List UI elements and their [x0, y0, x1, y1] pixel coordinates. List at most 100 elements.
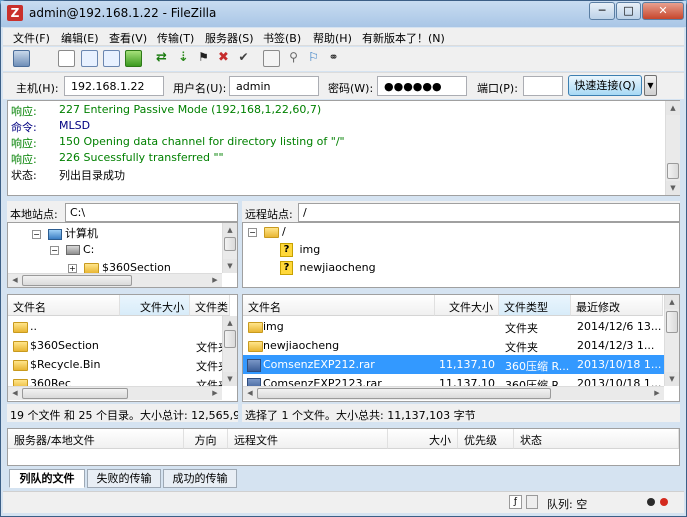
queue-col-size[interactable]: 大小 — [388, 429, 458, 449]
column-header-filename[interactable]: 文件名 — [8, 295, 120, 316]
file-row[interactable]: img 文件夹 2014/12/6 13... — [243, 317, 664, 336]
scroll-thumb[interactable] — [224, 237, 236, 251]
close-button[interactable]: ✕ — [642, 2, 684, 20]
file-row[interactable]: 360Rec 文件夹 — [8, 374, 222, 386]
column-header-modified[interactable]: 最近修改 — [571, 295, 663, 316]
menu-new-version[interactable]: 有新版本了！(N) — [362, 30, 445, 46]
column-header-filetype[interactable]: 文件类型 — [499, 295, 571, 316]
local-path-input[interactable]: C:\ — [65, 203, 238, 222]
file-row[interactable]: newjiaocheng 文件夹 2014/12/3 1... — [243, 336, 664, 355]
menu-help[interactable]: 帮助(H) — [313, 30, 352, 46]
file-row-selected[interactable]: ComsenzEXP212.rar 11,137,103 360压缩 R... 201… — [243, 355, 664, 374]
column-header-filetype[interactable]: 文件类 — [190, 295, 230, 316]
queue-col-local-file[interactable]: 服务器/本地文件 — [8, 429, 184, 449]
local-list-vscrollbar[interactable]: ▲ ▼ — [222, 316, 237, 386]
file-row[interactable]: ComsenzEXP2123.rar 11,137,103 360压缩 R... 20… — [243, 374, 664, 386]
reconnect-icon[interactable]: ✔ — [235, 50, 252, 67]
collapse-icon[interactable]: − — [248, 227, 257, 237]
file-row[interactable]: .. — [8, 317, 222, 336]
minimize-button[interactable]: ─ — [589, 2, 615, 20]
tab-failed-transfers[interactable]: 失败的传输 — [87, 469, 161, 488]
speed-limit-icon[interactable]: ƒ — [509, 495, 522, 509]
scroll-up-icon[interactable]: ▲ — [223, 223, 237, 237]
scroll-right-icon[interactable]: ▶ — [208, 387, 222, 400]
file-row[interactable]: $360Section 文件夹 — [8, 336, 222, 355]
menu-edit[interactable]: 编辑(E) — [61, 30, 99, 46]
local-tree-vscrollbar[interactable]: ▲ ▼ — [222, 223, 237, 273]
tree-node-root[interactable]: − / — [248, 225, 286, 238]
password-label: 密码(W): — [328, 82, 374, 95]
menu-server[interactable]: 服务器(S) — [205, 30, 254, 46]
log-scrollbar[interactable]: ▲ ▼ — [665, 101, 680, 195]
send-led-icon — [660, 498, 668, 506]
compare-icon[interactable] — [263, 50, 280, 67]
scroll-thumb[interactable] — [22, 388, 128, 399]
scroll-left-icon[interactable]: ◀ — [8, 274, 22, 287]
scroll-thumb[interactable] — [667, 163, 679, 179]
scroll-down-icon[interactable]: ▼ — [223, 372, 237, 386]
password-input[interactable] — [377, 76, 467, 96]
site-manager-icon[interactable] — [13, 50, 30, 67]
remote-list-hscrollbar[interactable]: ◀ ▶ — [243, 386, 664, 400]
scroll-left-icon[interactable]: ◀ — [8, 387, 22, 400]
expand-icon[interactable]: + — [68, 263, 77, 273]
local-list-hscrollbar[interactable]: ◀ ▶ — [8, 386, 222, 400]
toggle-remote-tree-icon[interactable] — [103, 50, 120, 67]
scroll-down-icon[interactable]: ▼ — [666, 181, 680, 195]
scroll-thumb[interactable] — [22, 275, 132, 286]
scroll-thumb[interactable] — [224, 330, 236, 348]
scroll-up-icon[interactable]: ▲ — [665, 295, 679, 309]
cancel-icon[interactable]: ⚑ — [195, 50, 212, 67]
sync-browse-icon[interactable]: ⚲ — [285, 50, 302, 67]
local-tree-hscrollbar[interactable]: ◀ ▶ — [8, 273, 222, 287]
disconnect-icon[interactable]: ✖ — [215, 50, 232, 67]
scroll-thumb[interactable] — [666, 311, 678, 333]
host-input[interactable] — [64, 76, 164, 96]
toggle-local-tree-icon[interactable] — [81, 50, 98, 67]
refresh-icon[interactable]: ⇄ — [153, 50, 170, 67]
queue-col-remote-file[interactable]: 远程文件 — [228, 429, 388, 449]
file-type: 文件夹 — [196, 341, 222, 354]
quickconnect-button[interactable]: 快速连接(Q) — [568, 75, 642, 96]
title-bar[interactable]: Z admin@192.168.1.22 - FileZilla ─ □ ✕ — [1, 1, 686, 27]
scroll-up-icon[interactable]: ▲ — [666, 101, 680, 115]
column-header-filesize[interactable]: 文件大小 — [435, 295, 499, 316]
remote-path-input[interactable]: / — [298, 203, 680, 222]
tree-node-img[interactable]: ? img — [280, 243, 320, 257]
scroll-thumb[interactable] — [257, 388, 551, 399]
search-icon[interactable]: ⚭ — [325, 50, 342, 67]
collapse-icon[interactable]: − — [50, 245, 59, 255]
tree-node-computer[interactable]: − 计算机 — [32, 225, 98, 241]
queue-col-priority[interactable]: 优先级 — [458, 429, 514, 449]
scroll-right-icon[interactable]: ▶ — [208, 274, 222, 287]
remote-status-text: 选择了 1 个文件。大小总共: 11,137,103 字节 — [242, 404, 680, 422]
menu-bookmarks[interactable]: 书签(B) — [263, 30, 301, 46]
scroll-down-icon[interactable]: ▼ — [665, 372, 679, 386]
column-header-filesize[interactable]: 文件大小 — [120, 295, 190, 316]
scroll-left-icon[interactable]: ◀ — [243, 387, 257, 400]
column-header-filename[interactable]: 文件名 — [243, 295, 435, 316]
tree-node-drive-c[interactable]: − C: — [50, 243, 94, 256]
tab-queued-files[interactable]: 列队的文件 — [9, 469, 85, 488]
quickconnect-history-dropdown[interactable]: ▼ — [644, 75, 657, 96]
menu-transfer[interactable]: 传输(T) — [157, 30, 194, 46]
tree-node-newjiaocheng[interactable]: ? newjiaocheng — [280, 261, 376, 275]
toggle-log-icon[interactable] — [58, 50, 75, 67]
queue-col-direction[interactable]: 方向 — [184, 429, 228, 449]
file-row[interactable]: $Recycle.Bin 文件夹 — [8, 355, 222, 374]
tab-successful-transfers[interactable]: 成功的传输 — [163, 469, 237, 488]
remote-list-vscrollbar[interactable]: ▲ ▼ — [664, 295, 679, 386]
collapse-icon[interactable]: − — [32, 229, 41, 239]
maximize-button[interactable]: □ — [616, 2, 641, 20]
menu-view[interactable]: 查看(V) — [109, 30, 147, 46]
process-queue-icon[interactable]: ⇣ — [175, 50, 192, 67]
username-input[interactable] — [229, 76, 319, 96]
menu-file[interactable]: 文件(F) — [13, 30, 50, 46]
scroll-up-icon[interactable]: ▲ — [223, 316, 237, 330]
queue-col-status[interactable]: 状态 — [514, 429, 679, 449]
filter-icon[interactable]: ⚐ — [305, 50, 322, 67]
scroll-right-icon[interactable]: ▶ — [650, 387, 664, 400]
scroll-down-icon[interactable]: ▼ — [223, 259, 237, 273]
toggle-queue-icon[interactable] — [125, 50, 142, 67]
port-input[interactable] — [523, 76, 563, 96]
